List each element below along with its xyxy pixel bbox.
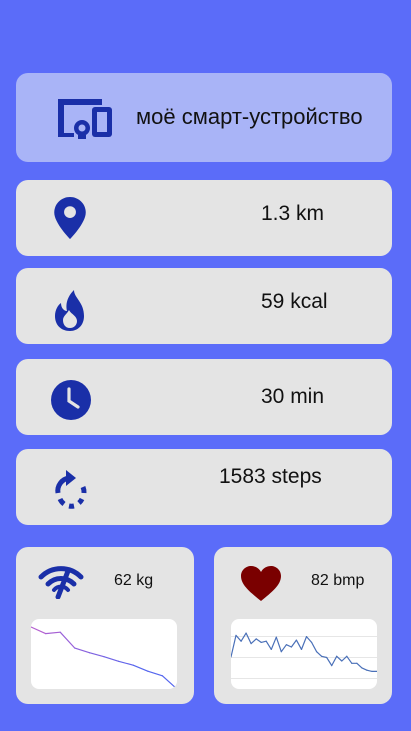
clock-icon: [49, 378, 93, 427]
heart-rate-line-segment: [260, 640, 267, 643]
weight-line-segment: [31, 626, 47, 635]
weight-line-segment: [88, 652, 105, 658]
heart-rate-line-segment: [310, 641, 318, 653]
weight-line-segment: [117, 660, 134, 666]
heart-rate-chart-svg: [231, 632, 377, 679]
devices-icon: [54, 97, 114, 144]
weight-line-segment: [59, 631, 76, 649]
heart-rate-chart: [231, 619, 377, 689]
scale-icon: [38, 565, 84, 604]
weight-line-segment: [103, 656, 120, 662]
weight-line-segment: [45, 631, 61, 635]
heart-rate-line-segment: [275, 636, 282, 653]
location-pin-icon: [54, 197, 86, 244]
weight-chart-svg: [31, 626, 177, 689]
heart-rate-line-segment: [280, 644, 288, 653]
heart-rate-line-segment: [290, 639, 298, 648]
weight-card[interactable]: 62 kg: [16, 547, 194, 704]
heart-rate-line-segment: [315, 651, 323, 657]
heart-rate-line-segment: [245, 632, 252, 645]
heart-rate-line-segment: [295, 639, 303, 650]
weight-line-segment: [74, 647, 91, 654]
heart-rate-line-segment: [366, 669, 373, 673]
weight-line-segment: [161, 675, 177, 689]
flame-icon: [52, 288, 88, 337]
rotate-icon: [49, 469, 93, 518]
heart-rate-line-segment: [250, 638, 257, 645]
calories-card[interactable]: 59 kcal: [16, 268, 392, 344]
heart-rate-line-segment: [255, 638, 262, 643]
heart-rate-line-segment: [285, 644, 293, 648]
distance-value: 1.3 km: [261, 202, 325, 225]
time-card[interactable]: 30 min: [16, 359, 392, 435]
heart-rate-line-segment: [305, 636, 313, 643]
heart-rate-line-segment: [240, 632, 247, 642]
weight-value: 62 kg: [114, 572, 154, 589]
device-card[interactable]: моё смарт-устройство: [16, 73, 392, 162]
heart-rate-line-segment: [326, 656, 333, 667]
steps-card[interactable]: 1583 steps: [16, 449, 392, 525]
heart-rate-line-segment: [361, 667, 368, 671]
heart-rate-card[interactable]: 82 bmp: [214, 547, 392, 704]
heart-rate-line-segment: [270, 636, 277, 650]
time-value: 30 min: [261, 385, 325, 408]
heart-rate-value: 82 bmp: [311, 572, 365, 589]
heart-rate-line-segment: [265, 640, 272, 650]
heart-icon: [240, 565, 282, 608]
distance-card[interactable]: 1.3 km: [16, 180, 392, 256]
heart-rate-line-segment: [300, 636, 308, 650]
device-label: моё смарт-устройство: [136, 104, 363, 129]
heart-rate-line-segment: [356, 662, 363, 669]
weight-line-segment: [147, 670, 163, 677]
heart-rate-line-segment: [231, 634, 237, 658]
calories-value: 59 kcal: [261, 290, 328, 313]
weight-chart: [31, 619, 177, 689]
steps-value: 1583 steps: [219, 465, 322, 488]
weight-line-segment: [132, 664, 149, 672]
